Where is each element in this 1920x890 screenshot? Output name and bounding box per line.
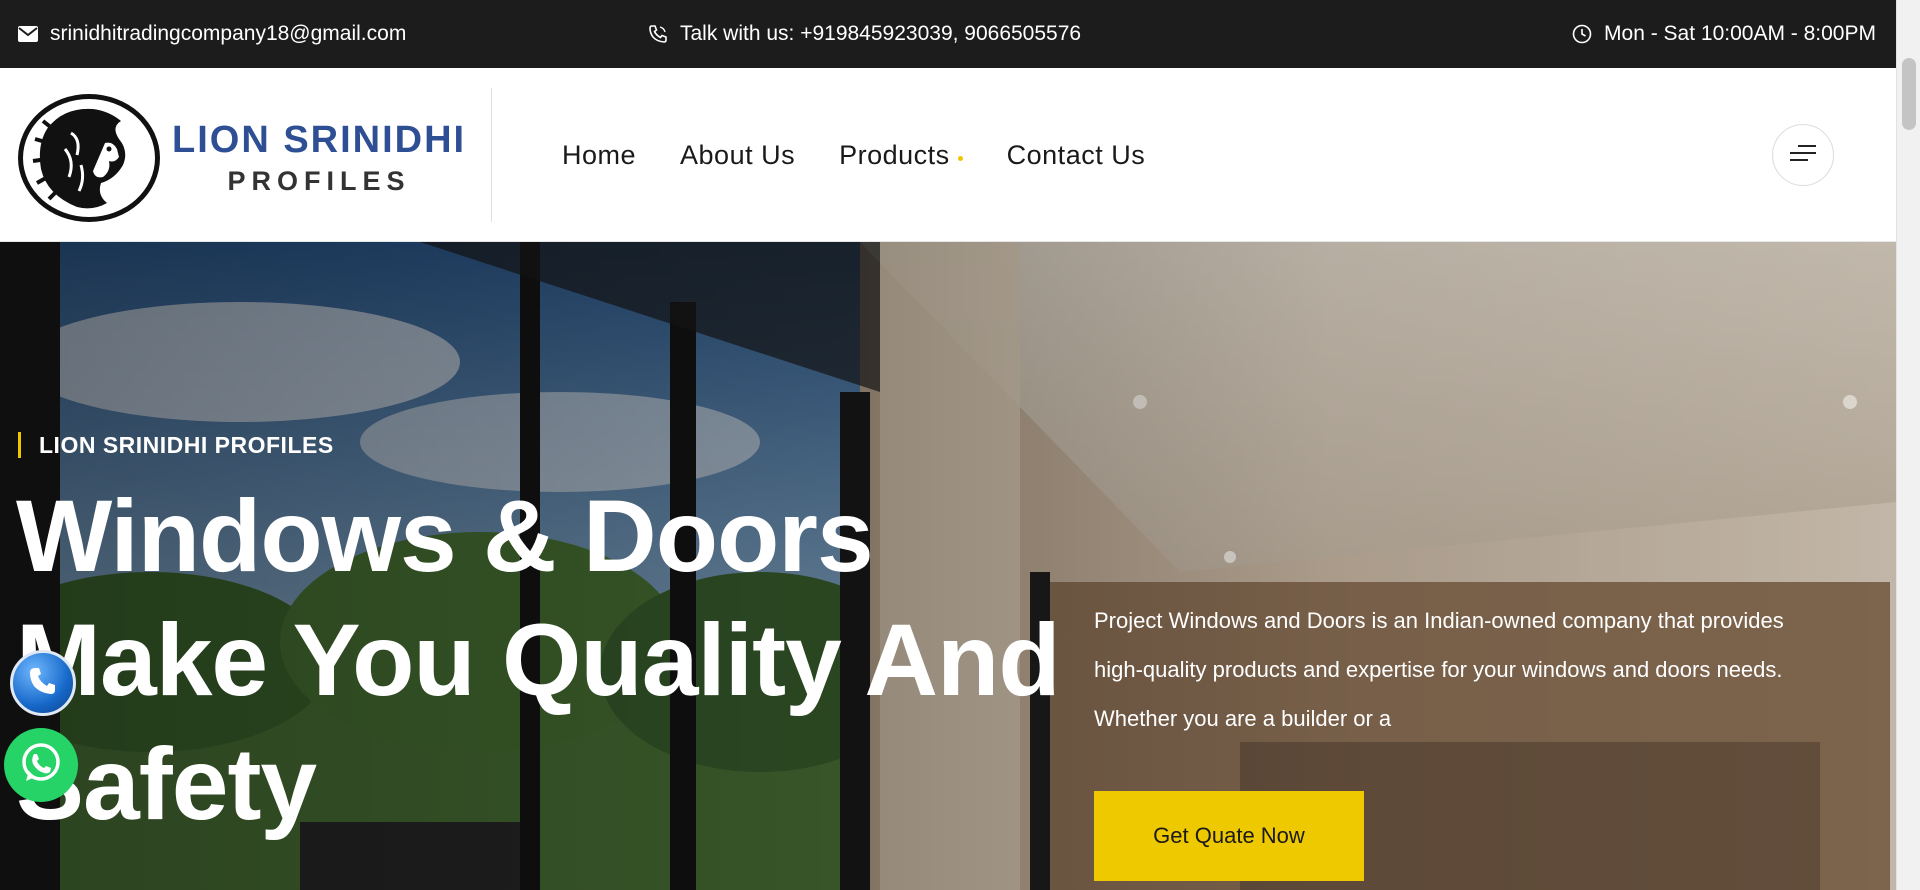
header-divider bbox=[491, 88, 492, 222]
dropdown-dot-icon bbox=[957, 155, 963, 161]
nav-item-about-us[interactable]: About Us bbox=[680, 140, 795, 171]
topbar-email[interactable]: srinidhitradingcompany18@gmail.com bbox=[18, 0, 406, 68]
hero-title-line: Windows & Doors bbox=[16, 479, 874, 593]
lion-logo-icon bbox=[18, 94, 160, 222]
nav-item-label: Home bbox=[562, 139, 637, 170]
hero-tagline: LION SRINIDHI PROFILES bbox=[18, 432, 334, 458]
site-logo[interactable]: LION SRINIDHI PROFILES bbox=[18, 94, 468, 222]
topbar-hours: Mon - Sat 10:00AM - 8:00PM bbox=[1572, 0, 1876, 68]
phone-icon bbox=[26, 664, 60, 702]
topbar-phone[interactable]: Talk with us: +919845923039, 9066505576 bbox=[648, 0, 1081, 68]
floating-whatsapp-button[interactable] bbox=[4, 728, 78, 802]
page-scrollbar[interactable] bbox=[1896, 0, 1920, 890]
mail-icon bbox=[18, 26, 38, 42]
logo-subtitle: PROFILES bbox=[227, 166, 411, 196]
floating-call-button[interactable] bbox=[10, 650, 76, 716]
nav-item-label: About Us bbox=[680, 139, 796, 170]
topbar-email-text: srinidhitradingcompany18@gmail.com bbox=[50, 22, 407, 45]
hero-section: LION SRINIDHI PROFILES Windows & Doors M… bbox=[0, 242, 1896, 890]
site-header: LION SRINIDHI PROFILES Home About Us Pro… bbox=[0, 68, 1896, 242]
top-info-bar: srinidhitradingcompany18@gmail.com Talk … bbox=[0, 0, 1896, 68]
scrollbar-thumb[interactable] bbox=[1902, 58, 1916, 130]
nav-item-label: Contact Us bbox=[1006, 139, 1146, 170]
get-quote-button[interactable]: Get Quate Now bbox=[1094, 791, 1364, 881]
topbar-phone-text: Talk with us: +919845923039, 9066505576 bbox=[680, 22, 1082, 45]
clock-icon bbox=[1572, 24, 1592, 44]
nav-item-home[interactable]: Home bbox=[562, 140, 636, 171]
menu-toggle-button[interactable] bbox=[1772, 124, 1834, 186]
topbar-hours-text: Mon - Sat 10:00AM - 8:00PM bbox=[1604, 22, 1876, 45]
hero-title-line: Make You Quality And bbox=[16, 603, 1061, 717]
nav-item-contact-us[interactable]: Contact Us bbox=[1007, 140, 1146, 171]
nav-item-products[interactable]: Products bbox=[839, 140, 963, 171]
whatsapp-icon bbox=[17, 739, 65, 791]
hero-description: Project Windows and Doors is an Indian-o… bbox=[1094, 608, 1784, 731]
phone-icon bbox=[648, 24, 668, 44]
hamburger-icon bbox=[1788, 143, 1818, 167]
hero-title: Windows & Doors Make You Quality And Saf… bbox=[16, 474, 1096, 846]
main-nav: Home About Us Products Contact Us bbox=[562, 68, 1145, 242]
nav-item-label: Products bbox=[839, 139, 950, 170]
logo-title: LION SRINIDHI bbox=[172, 119, 467, 161]
